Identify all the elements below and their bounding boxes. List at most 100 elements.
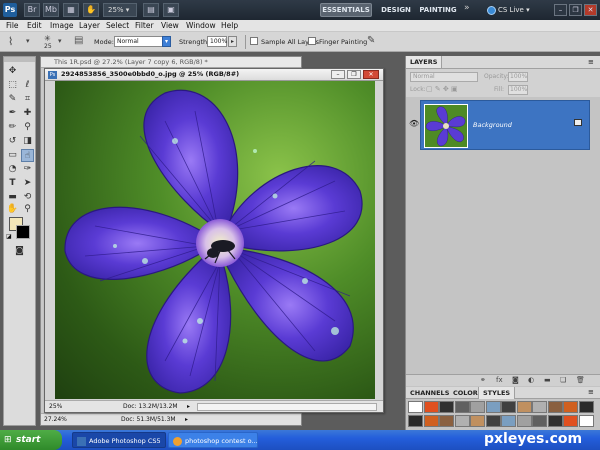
- bridge-icon[interactable]: Br: [24, 3, 40, 17]
- style-swatch[interactable]: [454, 401, 470, 413]
- horizontal-scrollbar[interactable]: [197, 403, 377, 411]
- brush-tool-icon[interactable]: ✏: [6, 121, 19, 134]
- mode-select[interactable]: Normal: [114, 36, 166, 47]
- pressure-icon[interactable]: ✎: [367, 35, 375, 46]
- active-zoom-readout[interactable]: 25%: [49, 401, 62, 412]
- healing-brush-tool-icon[interactable]: ✚: [21, 107, 34, 120]
- delete-layer-icon[interactable]: 🗑: [576, 376, 585, 384]
- history-brush-tool-icon[interactable]: ↺: [6, 135, 19, 148]
- style-swatch[interactable]: [547, 401, 563, 413]
- style-swatch[interactable]: [578, 401, 594, 413]
- style-swatch[interactable]: [423, 415, 439, 427]
- clone-stamp-tool-icon[interactable]: ⚲: [21, 121, 34, 134]
- style-swatch[interactable]: [423, 401, 439, 413]
- status-arrow-icon[interactable]: ▸: [185, 414, 188, 425]
- zoom-tool-icon[interactable]: ⚲: [21, 203, 34, 216]
- crop-tool-icon[interactable]: ⌗: [21, 93, 34, 106]
- link-layers-icon[interactable]: ⚭: [480, 376, 486, 384]
- zoom-level-select[interactable]: 25% ▾: [103, 3, 137, 17]
- tab-layers[interactable]: LAYERS: [406, 56, 443, 68]
- taskbar-item-browser[interactable]: photoshop contest o...: [168, 432, 258, 448]
- path-selection-tool-icon[interactable]: ➤: [21, 177, 34, 190]
- screen-mode-icon[interactable]: ▣: [163, 3, 179, 17]
- workspace-design-button[interactable]: DESIGN: [377, 3, 415, 17]
- status-arrow-icon[interactable]: ▸: [187, 401, 190, 412]
- eraser-tool-icon[interactable]: ◨: [21, 135, 34, 148]
- dodge-tool-icon[interactable]: ◔: [6, 163, 19, 176]
- fill-input[interactable]: 100%: [508, 85, 528, 95]
- close-button[interactable]: ✕: [584, 4, 597, 16]
- close-document-button[interactable]: ✕: [363, 70, 379, 79]
- minimize-button[interactable]: –: [554, 4, 567, 16]
- menu-edit[interactable]: Edit: [27, 21, 42, 31]
- new-group-icon[interactable]: ▬: [544, 376, 551, 384]
- move-tool-icon[interactable]: ✥: [6, 65, 19, 78]
- add-mask-icon[interactable]: ◙: [512, 376, 519, 384]
- mini-bridge-icon[interactable]: Mb: [43, 3, 59, 17]
- brush-dropdown-icon[interactable]: ▾: [58, 37, 62, 45]
- hand-tool-icon[interactable]: ✋: [6, 203, 19, 216]
- tab-styles[interactable]: STYLES: [478, 387, 516, 399]
- lasso-tool-icon[interactable]: ℓ: [21, 79, 34, 92]
- style-swatch[interactable]: [516, 415, 532, 427]
- style-swatch[interactable]: [578, 415, 594, 427]
- style-swatch[interactable]: [563, 401, 578, 413]
- style-swatch[interactable]: [501, 415, 516, 427]
- workspace-painting-button[interactable]: PAINTING: [418, 3, 458, 17]
- tab-color[interactable]: COLOR: [449, 387, 482, 399]
- lock-pixels-icon[interactable]: ▢ ✎ ✥ ▣: [426, 85, 458, 93]
- default-colors-icon[interactable]: ◪: [6, 233, 12, 240]
- menu-layer[interactable]: Layer: [79, 21, 100, 31]
- brush-panel-icon[interactable]: ▤: [74, 35, 83, 46]
- smudge-tool-icon[interactable]: ☝: [21, 149, 34, 162]
- smudge-tool-preset-icon[interactable]: ⌇: [8, 35, 13, 48]
- eyedropper-tool-icon[interactable]: ✒: [6, 107, 19, 120]
- strength-slider-icon[interactable]: ▸: [228, 36, 237, 47]
- style-swatch[interactable]: [454, 415, 470, 427]
- style-swatch[interactable]: [408, 415, 423, 427]
- menu-view[interactable]: View: [161, 21, 179, 31]
- marquee-tool-icon[interactable]: ⬚: [6, 79, 19, 92]
- style-swatch[interactable]: [516, 401, 532, 413]
- menu-select[interactable]: Select: [106, 21, 129, 31]
- cs-live-button[interactable]: CS Live ▾: [487, 3, 547, 17]
- extras-icon[interactable]: ▦: [63, 3, 79, 17]
- tab-channels[interactable]: CHANNELS: [406, 387, 453, 399]
- background-document-title[interactable]: This 1R.psd @ 27.2% (Layer 7 copy 6, RGB…: [41, 57, 301, 68]
- more-workspaces-icon[interactable]: »: [464, 3, 470, 13]
- finger-painting-checkbox[interactable]: [308, 37, 316, 45]
- restore-button[interactable]: ❐: [569, 4, 582, 16]
- style-swatch[interactable]: [408, 401, 423, 413]
- gradient-tool-icon[interactable]: ▭: [6, 149, 19, 162]
- panel-menu-icon[interactable]: ≡: [588, 388, 594, 396]
- style-swatch[interactable]: [532, 401, 547, 413]
- style-swatch[interactable]: [470, 401, 485, 413]
- blend-mode-select[interactable]: Normal: [410, 72, 478, 82]
- new-layer-icon[interactable]: ❏: [560, 376, 566, 384]
- preset-dropdown-icon[interactable]: ▾: [26, 37, 30, 45]
- menu-filter[interactable]: Filter: [135, 21, 154, 31]
- style-swatch[interactable]: [547, 415, 563, 427]
- taskbar-item-photoshop[interactable]: Adobe Photoshop CS5: [72, 432, 166, 448]
- panel-menu-icon[interactable]: ≡: [588, 58, 594, 66]
- menu-file[interactable]: File: [6, 21, 19, 31]
- active-document-title-bar[interactable]: Ps 2924853856_3500e0bbd0_o.jpg @ 25% (RG…: [45, 69, 383, 81]
- style-swatch[interactable]: [485, 401, 501, 413]
- adjustment-layer-icon[interactable]: ◐: [528, 376, 534, 384]
- layer-row-background[interactable]: Background: [420, 100, 590, 150]
- pen-tool-icon[interactable]: ✑: [21, 163, 34, 176]
- style-swatch[interactable]: [532, 415, 547, 427]
- layer-style-icon[interactable]: fx: [496, 376, 503, 384]
- arrange-documents-icon[interactable]: ▤: [143, 3, 159, 17]
- background-zoom-readout[interactable]: 27.24%: [44, 414, 67, 425]
- background-color-swatch[interactable]: [16, 225, 30, 239]
- sample-all-layers-checkbox[interactable]: [250, 37, 258, 45]
- style-swatch[interactable]: [470, 415, 485, 427]
- menu-help[interactable]: Help: [221, 21, 238, 31]
- strength-input[interactable]: 100%: [207, 36, 227, 47]
- image-canvas[interactable]: [55, 81, 375, 399]
- menu-image[interactable]: Image: [50, 21, 74, 31]
- style-swatch[interactable]: [439, 415, 454, 427]
- opacity-input[interactable]: 100%: [508, 72, 528, 82]
- layer-visibility-eye-icon[interactable]: 👁: [409, 119, 419, 128]
